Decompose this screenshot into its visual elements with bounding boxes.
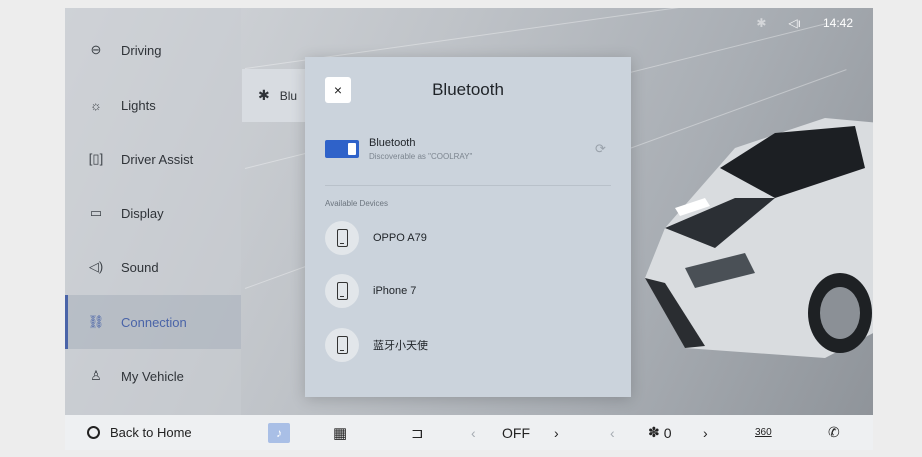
divider: [325, 185, 611, 186]
display-icon: ▭: [89, 205, 103, 220]
discoverable-text: Discoverable as "COOLRAY": [369, 152, 473, 161]
view-360-button[interactable]: 360: [755, 415, 772, 450]
bluetooth-toggle[interactable]: [325, 140, 359, 158]
sidebar-item-label: My Vehicle: [121, 368, 184, 384]
light-bulb-icon: ☼: [90, 97, 102, 113]
sidebar-item-label: Display: [121, 205, 164, 221]
fan-decrease-icon[interactable]: ‹: [610, 415, 615, 450]
phone-icon: [325, 328, 359, 362]
bluetooth-icon: ✱: [756, 16, 767, 30]
seat-icon[interactable]: ⊐: [411, 415, 424, 450]
bottom-bar: Back to Home ♪ ▦ ⊐ ‹ OFF › ‹ ✽ 0 › 360 ✆: [65, 415, 873, 450]
person-icon: ♙: [90, 368, 102, 383]
sidebar-item-label: Driver Assist: [121, 151, 194, 167]
sidebar-item-label: Driving: [121, 42, 162, 58]
refresh-icon[interactable]: ⟳: [595, 141, 606, 157]
temp-left-decrease-icon[interactable]: ‹: [471, 415, 476, 450]
apps-grid-icon[interactable]: ▦: [333, 415, 347, 450]
available-devices-header: Available Devices: [325, 199, 388, 208]
temp-left-value: OFF: [502, 424, 530, 441]
clock: 14:42: [822, 16, 853, 30]
sidebar-item-label: Sound: [121, 259, 159, 275]
sidebar-item-connection[interactable]: ⛓ Connection: [65, 295, 241, 349]
back-to-home-label: Back to Home: [110, 425, 192, 440]
status-bar: ✱ ◁ı 14:42: [756, 16, 853, 30]
car-image: [645, 118, 873, 358]
device-item[interactable]: OPPO A79: [325, 218, 611, 258]
device-item[interactable]: 蓝牙小天使: [325, 325, 611, 365]
device-item[interactable]: iPhone 7: [325, 271, 611, 311]
fan-increase-icon[interactable]: ›: [703, 415, 708, 450]
device-name: OPPO A79: [373, 232, 427, 244]
volume-icon[interactable]: ◁ı: [788, 16, 801, 30]
bluetooth-menu-item[interactable]: ✱ Blu: [242, 69, 312, 122]
sidebar-item-lights[interactable]: ☼ Lights: [65, 78, 241, 132]
back-to-home-button[interactable]: Back to Home: [87, 415, 192, 450]
settings-sidebar: ⊖ Driving ☼ Lights [▯] Driver Assist ▭ Display ◁…: [65, 8, 241, 415]
fan-speed: ✽ 0: [648, 415, 672, 450]
link-icon: ⛓: [87, 314, 105, 329]
fan-icon: ✽: [648, 424, 660, 440]
home-circle-icon: [87, 426, 100, 439]
bluetooth-label: Bluetooth: [369, 137, 416, 149]
music-icon[interactable]: ♪: [268, 423, 290, 443]
dialog-title: Bluetooth: [432, 80, 504, 99]
sidebar-item-my-vehicle[interactable]: ♙ My Vehicle: [65, 349, 241, 403]
sidebar-item-sound[interactable]: ◁) Sound: [65, 240, 241, 294]
steering-wheel-icon: ⊖: [90, 42, 102, 57]
driver-assist-icon: [▯]: [88, 151, 104, 166]
speaker-icon: ◁): [88, 259, 104, 274]
phone-icon: [325, 274, 359, 308]
bluetooth-menu-label: Blu: [279, 88, 298, 103]
sidebar-item-driver-assist[interactable]: [▯] Driver Assist: [65, 132, 241, 186]
device-name: iPhone 7: [373, 285, 417, 297]
sidebar-item-label: Connection: [121, 314, 187, 330]
temp-left-increase-icon[interactable]: ›: [554, 415, 559, 450]
sidebar-item-label: Lights: [121, 97, 156, 113]
sidebar-item-display[interactable]: ▭ Display: [65, 186, 241, 240]
device-name: 蓝牙小天使: [373, 340, 428, 352]
phone-icon: [325, 221, 359, 255]
fan-value: 0: [663, 424, 672, 441]
screen: ✱ ◁ı 14:42 ⊖ Driving ☼ Lights [▯] Driver Assi…: [65, 8, 873, 450]
sidebar-item-driving[interactable]: ⊖ Driving: [65, 23, 241, 77]
bluetooth-icon: ✱: [258, 87, 270, 103]
bluetooth-dialog: × Bluetooth Bluetooth Discoverable as "C…: [305, 57, 631, 397]
phone-call-icon[interactable]: ✆: [828, 415, 840, 450]
